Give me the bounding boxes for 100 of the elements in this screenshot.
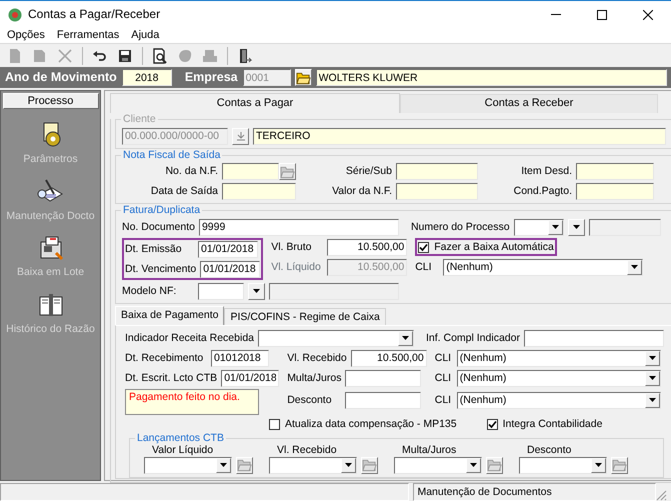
group-label: Fatura/Duplicata: [121, 204, 202, 217]
dropdown-button[interactable]: [398, 330, 413, 346]
input-field[interactable]: [576, 163, 654, 180]
amount-field[interactable]: [345, 370, 422, 386]
input-field[interactable]: [222, 163, 279, 180]
field-label: Modelo NF:: [122, 284, 178, 298]
cli-dropdown[interactable]: (Nenhum): [456, 370, 661, 386]
dropdown-button[interactable]: [548, 220, 563, 234]
dropdown-button[interactable]: [568, 218, 585, 236]
field-label: No. da N.F.: [164, 165, 218, 178]
field-label: Data de Saída: [150, 185, 218, 198]
download-icon: [236, 132, 244, 140]
dropdown[interactable]: [144, 456, 232, 474]
status-text: Manutenção de Documentos: [413, 483, 656, 501]
folder-icon[interactable]: [611, 456, 628, 474]
cli-dropdown[interactable]: (Nenhum): [456, 392, 661, 408]
menu-item[interactable]: Ajuda: [131, 28, 160, 43]
indicator-dropdown[interactable]: [258, 330, 414, 346]
caret-icon: [470, 463, 477, 468]
cli-dropdown[interactable]: (Nenhum): [456, 350, 661, 366]
tab[interactable]: Contas a Receber: [400, 94, 658, 113]
field-label: Valor da N.F.: [331, 185, 392, 198]
window-title: Contas a Pagar/Receber: [28, 7, 160, 22]
dropdown-button[interactable]: [644, 392, 660, 408]
app-icon: [8, 8, 22, 22]
amount-field[interactable]: 10.500,00: [327, 238, 408, 256]
input-field[interactable]: [396, 163, 478, 180]
input-field[interactable]: [588, 218, 661, 236]
dropdown[interactable]: [519, 456, 607, 474]
caret-icon: [402, 336, 409, 340]
field-label: Multa/Juros: [402, 444, 456, 456]
input-field[interactable]: [576, 183, 654, 200]
menu-item[interactable]: Ferramentas: [56, 28, 120, 43]
tab[interactable]: Baixa de Pagamento: [115, 306, 224, 325]
field-label: CLI: [434, 372, 452, 384]
field-label: Série/Sub: [344, 165, 392, 178]
checkmark-icon: [419, 242, 428, 252]
dropdown[interactable]: [269, 456, 357, 474]
field-label: CLI: [434, 394, 452, 406]
caret-icon: [648, 376, 656, 380]
dropdown-button[interactable]: [341, 458, 356, 473]
group-label: Lançamentos CTB: [135, 432, 226, 445]
field-label: Vl. Recebido: [287, 352, 347, 364]
input-field[interactable]: [222, 183, 296, 200]
date-field[interactable]: 01/01/2018: [221, 370, 280, 386]
panel-header[interactable]: Processo: [2, 93, 98, 109]
tab[interactable]: Contas a Pagar: [110, 93, 400, 113]
document-number-field[interactable]: 9999: [198, 218, 399, 236]
field-label: CLI: [434, 352, 452, 364]
field-label: Dt. Escrit. Lcto CTB: [125, 372, 218, 384]
dropdown-button[interactable]: [216, 458, 231, 473]
tab[interactable]: PIS/COFINS - Regime de Caixa: [224, 308, 386, 325]
caret-icon: [220, 463, 227, 468]
auto-baixa-checkbox[interactable]: Fazer a Baixa Automática: [415, 238, 557, 256]
year-field[interactable]: 2018: [122, 69, 172, 86]
caret-icon: [648, 398, 656, 402]
dropdown-button[interactable]: [627, 260, 642, 274]
field-label: Ano de Movimento: [4, 70, 118, 85]
dropdown-button[interactable]: [248, 282, 265, 300]
dropdown[interactable]: [394, 456, 482, 474]
field-label: Inf. Compl Indicador: [426, 332, 520, 344]
dropdown-button[interactable]: [591, 458, 606, 473]
date-field[interactable]: 01012018: [211, 350, 269, 366]
checkbox[interactable]: Atualiza data compensação - MP135: [269, 417, 457, 432]
cli-dropdown[interactable]: (Nenhum): [443, 258, 644, 276]
menu-item[interactable]: Opções: [7, 28, 45, 43]
field-label: Desconto: [287, 394, 333, 406]
folder-icon[interactable]: [361, 456, 378, 474]
notes-field[interactable]: Pagamento feito no dia.: [125, 389, 259, 415]
field-label: Item Desd.: [520, 165, 572, 178]
field-label: Vl. Líquido: [271, 260, 322, 274]
field-label: Numero do Processo: [410, 220, 510, 234]
client-name-field[interactable]: TERCEIRO: [253, 128, 666, 144]
input-field[interactable]: [198, 282, 244, 300]
dropdown-button[interactable]: [466, 458, 481, 473]
dropdown-button[interactable]: [644, 350, 660, 366]
process-dropdown[interactable]: [514, 218, 564, 236]
company-name-field[interactable]: WOLTERS KLUWER: [316, 69, 667, 86]
date-field[interactable]: 01/01/2018: [198, 240, 258, 258]
dropdown-button[interactable]: [644, 370, 660, 386]
input-field[interactable]: [269, 282, 399, 300]
input-field[interactable]: [524, 330, 664, 346]
caret-icon: [253, 289, 260, 293]
folder-icon[interactable]: [486, 456, 503, 474]
date-field[interactable]: 01/01/2018: [200, 260, 260, 278]
folder-icon[interactable]: [294, 69, 312, 86]
field-label: Dt. Vencimento: [125, 262, 196, 276]
amount-field[interactable]: 10.500,00: [350, 350, 427, 366]
input-field[interactable]: [396, 183, 478, 200]
checkbox[interactable]: Integra Contabilidade: [486, 417, 602, 432]
caret-icon: [345, 463, 352, 468]
folder-icon[interactable]: [279, 163, 296, 180]
folder-icon[interactable]: [236, 456, 253, 474]
field-label: Multa/Juros: [287, 372, 342, 384]
amount-field[interactable]: [345, 392, 422, 408]
caret-icon: [572, 225, 580, 229]
field-label: Empresa: [184, 70, 239, 85]
download-button[interactable]: [232, 128, 249, 144]
field-label: No. Documento: [122, 220, 195, 234]
resize-grip-icon[interactable]: [656, 490, 667, 501]
